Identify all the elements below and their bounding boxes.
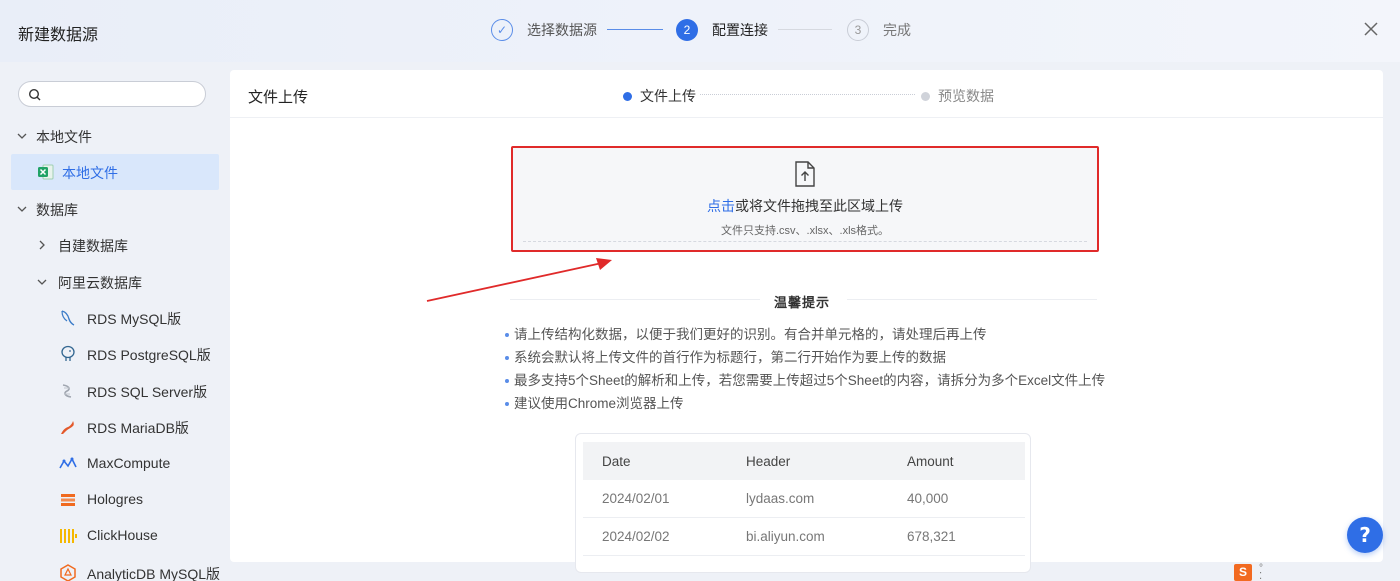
step-connector xyxy=(778,29,832,30)
tips-list: 请上传结构化数据，以便于我们更好的识别。有合并单元格的，请处理后再上传 系统会默… xyxy=(505,323,1105,415)
step-connector xyxy=(607,29,663,30)
page-title: 文件上传 xyxy=(248,89,309,106)
bullet-icon xyxy=(505,378,509,383)
close-icon[interactable] xyxy=(1362,20,1380,38)
upload-instruction: 或将文件拖拽至此区域上传 xyxy=(735,198,903,214)
table-cell: 2024/02/02 xyxy=(602,529,670,544)
chevron-down-icon[interactable] xyxy=(17,131,27,141)
panel-header: 文件上传 文件上传 预览数据 xyxy=(230,70,1383,118)
sidebar-item-rds-mariadb[interactable]: RDS MariaDB版 xyxy=(87,418,189,438)
chevron-down-icon[interactable] xyxy=(37,277,47,287)
sidebar-item-rds-sqlserver[interactable]: RDS SQL Server版 xyxy=(87,382,207,402)
step-label: 配置连接 xyxy=(712,22,768,38)
list-item: 最多支持5个Sheet的解析和上传，若您需要上传超过5个Sheet的内容，请拆分… xyxy=(505,369,1105,392)
substep-preview: 预览数据 xyxy=(921,86,994,106)
help-question-icon: ? xyxy=(1359,523,1371,547)
sample-table: Date Header Amount 2024/02/01 lydaas.com… xyxy=(575,433,1031,573)
clickhouse-icon xyxy=(60,529,77,543)
bullet-icon xyxy=(505,332,509,337)
file-upload-icon xyxy=(795,161,815,187)
tree-group-database[interactable]: 数据库 xyxy=(36,200,78,220)
search-input[interactable] xyxy=(18,81,206,107)
excel-icon xyxy=(38,164,54,180)
bullet-icon xyxy=(505,355,509,360)
sogou-ime-icon[interactable]: S xyxy=(1234,564,1252,581)
tree-group-local-files[interactable]: 本地文件 xyxy=(36,127,92,147)
table-cell: 2024/02/01 xyxy=(602,491,670,506)
table-header-row xyxy=(583,442,1025,480)
step-label: 选择数据源 xyxy=(527,22,597,38)
datasource-sidebar: 本地文件 本地文件 数据库 自建数据库 阿里云数据库 RDS MySQL版 RD… xyxy=(0,62,230,581)
sidebar-item-maxcompute[interactable]: MaxCompute xyxy=(87,455,170,471)
row-divider xyxy=(583,517,1025,518)
analyticdb-icon xyxy=(60,564,76,581)
active-dot-icon xyxy=(623,91,632,101)
table-cell: 40,000 xyxy=(907,491,949,506)
tree-subgroup-aliyun-db[interactable]: 阿里云数据库 xyxy=(58,273,142,293)
list-item: 系统会默认将上传文件的首行作为标题行，第二行开始作为要上传的数据 xyxy=(505,346,1105,369)
substep-connector xyxy=(700,94,915,95)
sidebar-item-clickhouse[interactable]: ClickHouse xyxy=(87,527,158,543)
list-item: 请上传结构化数据，以便于我们更好的识别。有合并单元格的，请处理后再上传 xyxy=(505,323,1105,346)
upload-click-link[interactable]: 点击 xyxy=(707,198,735,214)
main-panel: 文件上传 文件上传 预览数据 点击或将文件拖拽至此区域上传 文件只支持.csv、… xyxy=(230,70,1383,573)
substep-label: 文件上传 xyxy=(640,88,696,104)
inactive-dot-icon xyxy=(921,91,930,101)
sqlserver-icon xyxy=(62,384,72,398)
column-header: Date xyxy=(602,454,631,469)
dialog-title: 新建数据源 xyxy=(18,27,99,44)
postgresql-elephant-icon xyxy=(61,345,75,361)
step-number: 2 xyxy=(676,19,698,41)
bullet-icon xyxy=(505,401,509,406)
column-header: Amount xyxy=(907,454,954,469)
divider xyxy=(847,299,1097,300)
tips-title: 温馨提示 xyxy=(774,295,831,310)
chevron-down-icon[interactable] xyxy=(17,204,27,214)
sidebar-item-rds-mysql[interactable]: RDS MySQL版 xyxy=(87,309,181,329)
step-config-connection: 2 配置连接 xyxy=(676,18,768,42)
table-cell: bi.aliyun.com xyxy=(746,529,825,544)
step-number: 3 xyxy=(847,19,869,41)
file-upload-dropzone[interactable]: 点击或将文件拖拽至此区域上传 文件只支持.csv、.xlsx、.xls格式。 xyxy=(511,146,1099,252)
table-cell: lydaas.com xyxy=(746,491,815,506)
arrow-annotation-icon xyxy=(426,258,612,302)
tree-subgroup-self-built-db[interactable]: 自建数据库 xyxy=(58,236,128,256)
sidebar-item-local-file[interactable]: 本地文件 xyxy=(62,163,118,183)
step-label: 完成 xyxy=(883,22,911,38)
help-button[interactable]: ? xyxy=(1347,517,1383,553)
chevron-right-icon[interactable] xyxy=(37,240,47,250)
sidebar-item-rds-postgresql[interactable]: RDS PostgreSQL版 xyxy=(87,345,211,365)
dropzone-dashed-border xyxy=(523,241,1087,242)
hologres-icon xyxy=(61,494,75,506)
list-item: 建议使用Chrome浏览器上传 xyxy=(505,392,1105,415)
step-select-source: ✓ 选择数据源 xyxy=(491,18,597,42)
tray-more-icon[interactable]: ° ⁚ xyxy=(1259,564,1263,581)
substep-upload: 文件上传 xyxy=(623,86,696,106)
step-done-check-icon: ✓ xyxy=(491,19,513,41)
mysql-dolphin-icon xyxy=(61,310,75,326)
stepper: ✓ 选择数据源 2 配置连接 3 完成 xyxy=(491,18,951,42)
maxcompute-icon xyxy=(59,457,77,469)
table-cell: 678,321 xyxy=(907,529,956,544)
row-divider xyxy=(583,555,1025,556)
sidebar-item-hologres[interactable]: Hologres xyxy=(87,491,143,507)
search-icon xyxy=(28,88,41,101)
sidebar-item-analyticdb-mysql[interactable]: AnalyticDB MySQL版 xyxy=(87,564,220,581)
column-header: Header xyxy=(746,454,791,469)
upload-format-hint: 文件只支持.csv、.xlsx、.xls格式。 xyxy=(720,225,890,237)
mariadb-seal-icon xyxy=(61,421,74,434)
substep-label: 预览数据 xyxy=(938,88,994,104)
step-complete: 3 完成 xyxy=(847,18,911,42)
dialog-header: 新建数据源 ✓ 选择数据源 2 配置连接 3 完成 xyxy=(0,0,1400,62)
